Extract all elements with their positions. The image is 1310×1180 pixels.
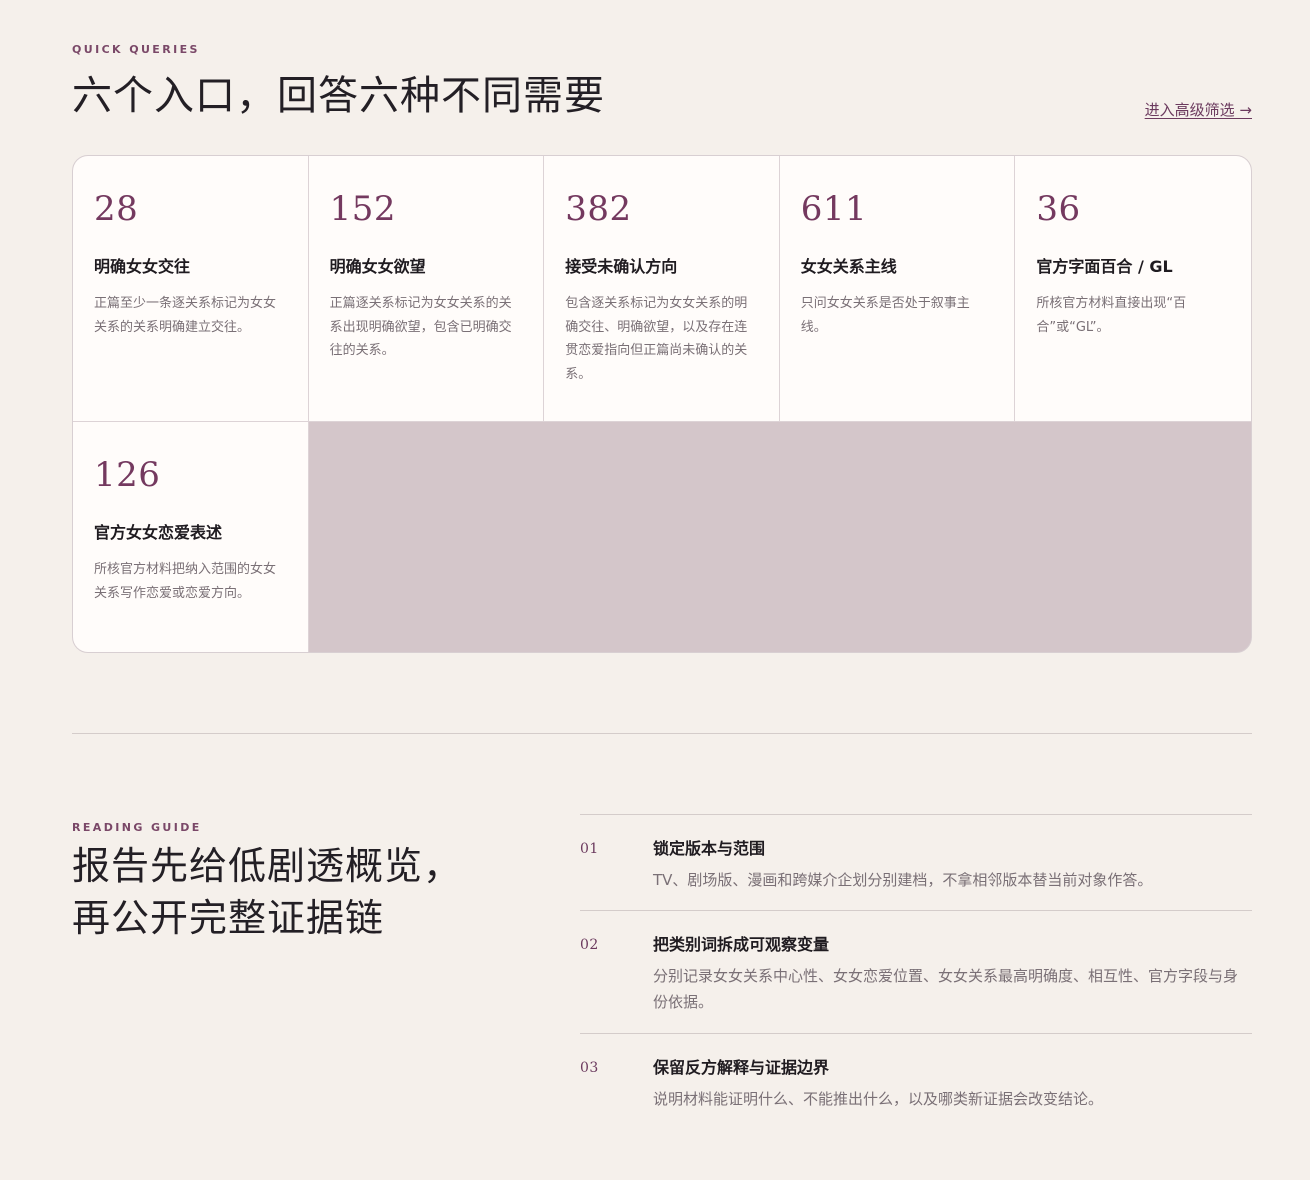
query-card-explicit-dating[interactable]: 28 明确女女交往 正篇至少一条逐关系标记为女女关系的关系明确建立交往。 [73,156,309,422]
card-count: 36 [1036,189,1081,229]
section-divider [72,733,1252,734]
query-card-official-yuri-gl[interactable]: 36 官方字面百合 / GL 所核官方材料直接出现“百合”或“GL”。 [1015,156,1251,422]
reading-guide-title-line-1: 报告先给低剧透概览， [72,844,463,888]
reading-guide-steps: 01 锁定版本与范围 TV、剧场版、漫画和跨媒介企划分别建档，不拿相邻版本替当前… [580,814,1252,1129]
step-number: 01 [580,841,599,857]
query-card-unconfirmed-direction[interactable]: 382 接受未确认方向 包含逐关系标记为女女关系的明确交往、明确欲望，以及存在连… [544,156,780,422]
step-description: 说明材料能证明什么、不能推出什么，以及哪类新证据会改变结论。 [653,1090,1104,1108]
step-item: 03 保留反方解释与证据边界 说明材料能证明什么、不能推出什么，以及哪类新证据会… [580,1033,1252,1129]
card-count: 382 [565,189,632,229]
reading-guide-title-line-2: 再公开完整证据链 [72,896,385,940]
step-title: 保留反方解释与证据边界 [653,1058,830,1077]
step-title: 把类别词拆成可观察变量 [653,935,830,954]
card-title: 官方字面百合 / GL [1036,257,1173,276]
card-count: 28 [94,189,139,229]
card-title: 官方女女恋爱表述 [94,523,223,542]
quick-queries-title: 六个入口，回答六种不同需要 [72,73,605,119]
card-description: 包含逐关系标记为女女关系的明确交往、明确欲望，以及存在连贯恋爱指向但正篇尚未确认… [565,296,748,382]
query-card-official-romance[interactable]: 126 官方女女恋爱表述 所核官方材料把纳入范围的女女关系写作恋爱或恋爱方向。 [73,422,309,652]
query-card-explicit-desire[interactable]: 152 明确女女欲望 正篇逐关系标记为女女关系的关系出现明确欲望，包含已明确交往… [308,156,545,422]
step-number: 03 [580,1060,599,1076]
card-title: 接受未确认方向 [565,257,678,276]
reading-guide-eyebrow: READING GUIDE [72,821,202,834]
card-title: 明确女女欲望 [329,257,426,276]
reading-guide-title: 报告先给低剧透概览， 再公开完整证据链 [72,840,532,944]
step-title: 锁定版本与范围 [653,839,766,858]
query-card-grid: 28 明确女女交往 正篇至少一条逐关系标记为女女关系的关系明确建立交往。 152… [72,155,1252,653]
step-number: 02 [580,937,599,953]
card-description: 正篇逐关系标记为女女关系的关系出现明确欲望，包含已明确交往的关系。 [329,296,512,358]
card-count: 126 [94,455,161,495]
card-description: 所核官方材料直接出现“百合”或“GL”。 [1036,296,1187,335]
step-description: TV、剧场版、漫画和跨媒介企划分别建档，不拿相邻版本替当前对象作答。 [653,871,1153,889]
advanced-filter-link[interactable]: 进入高级筛选 → [1145,99,1252,120]
quick-queries-eyebrow: QUICK QUERIES [72,43,200,56]
query-card-main-storyline[interactable]: 611 女女关系主线 只问女女关系是否处于叙事主线。 [779,156,1016,422]
card-description: 只问女女关系是否处于叙事主线。 [800,296,970,335]
card-title: 明确女女交往 [94,257,191,276]
card-count: 152 [329,189,396,229]
card-description: 正篇至少一条逐关系标记为女女关系的关系明确建立交往。 [94,296,277,335]
card-count: 611 [800,189,868,229]
card-title: 女女关系主线 [800,257,897,276]
step-item: 01 锁定版本与范围 TV、剧场版、漫画和跨媒介企划分别建档，不拿相邻版本替当前… [580,814,1252,910]
step-item: 02 把类别词拆成可观察变量 分别记录女女关系中心性、女女恋爱位置、女女关系最高… [580,910,1252,1033]
card-description: 所核官方材料把纳入范围的女女关系写作恋爱或恋爱方向。 [94,562,277,601]
page: QUICK QUERIES 六个入口，回答六种不同需要 进入高级筛选 → 28 … [0,0,1310,1180]
step-description: 分别记录女女关系中心性、女女恋爱位置、女女关系最高明确度、相互性、官方字段与身份… [653,967,1239,1011]
